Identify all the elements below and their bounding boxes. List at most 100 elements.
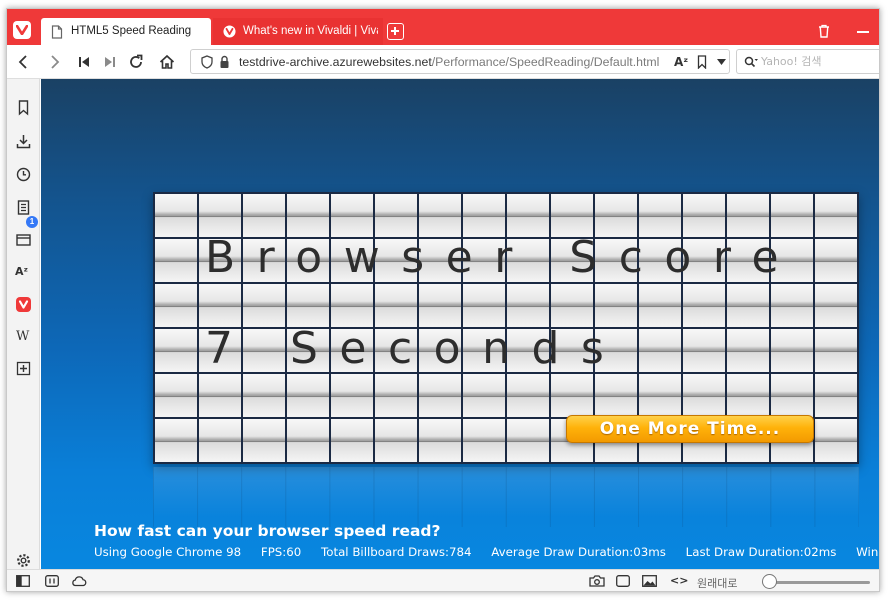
zoom-slider-track[interactable]	[762, 581, 870, 584]
trash-icon[interactable]	[817, 24, 831, 38]
stats-bar: Using Google Chrome 98 FPS:60 Total Bill…	[94, 545, 879, 559]
back-icon[interactable]	[15, 53, 33, 71]
panel-toggle-icon[interactable]	[16, 575, 30, 587]
billboard-cell	[771, 194, 813, 237]
billboard-cell	[551, 194, 593, 237]
notification-badge: 1	[26, 216, 38, 228]
zoom-reset-label[interactable]: 원래대로	[697, 575, 737, 591]
reload-icon[interactable]	[127, 53, 145, 71]
stat-fps: FPS:60	[260, 545, 302, 559]
translate-icon[interactable]: Aᶻ	[15, 265, 32, 282]
add-panel-icon[interactable]	[15, 360, 32, 377]
minimize-button[interactable]	[857, 31, 869, 33]
downloads-icon[interactable]	[15, 133, 32, 150]
url-text: testdrive-archive.azurewebsites.net/Perf…	[239, 55, 660, 69]
billboard-cell	[243, 284, 285, 327]
billboard-cell	[639, 374, 681, 417]
camera-icon[interactable]	[589, 575, 605, 587]
vivaldi-menu-icon[interactable]	[13, 21, 31, 39]
billboard-cell	[815, 329, 857, 372]
billboard-cell	[771, 284, 813, 327]
rewind-icon[interactable]	[75, 53, 93, 71]
bookmarks-icon[interactable]	[15, 99, 32, 116]
window-panel-icon[interactable]	[15, 231, 32, 248]
page-headline: How fast can your browser speed read?	[94, 522, 441, 540]
billboard-cell	[155, 194, 197, 237]
billboard-cell	[595, 374, 637, 417]
billboard-cell	[155, 284, 197, 327]
billboard-cell	[375, 194, 417, 237]
url-field[interactable]: testdrive-archive.azurewebsites.net/Perf…	[190, 49, 730, 74]
billboard-cell	[639, 284, 681, 327]
fast-forward-icon[interactable]	[101, 53, 119, 71]
history-icon[interactable]	[15, 166, 32, 183]
forward-icon[interactable]	[45, 53, 63, 71]
browser-window: HTML5 Speed Reading What's new in Vivald…	[6, 8, 880, 592]
stat-last-draw: Last Draw Duration:02ms	[685, 545, 837, 559]
billboard-cell	[463, 284, 505, 327]
zoom-slider-thumb[interactable]	[762, 574, 778, 589]
billboard-cell	[815, 419, 857, 462]
billboard-cell	[375, 374, 417, 417]
billboard-cell	[463, 194, 505, 237]
page-tiling-icon[interactable]	[616, 575, 630, 587]
billboard-cell	[463, 374, 505, 417]
billboard-cell	[243, 374, 285, 417]
billboard-cell	[771, 329, 813, 372]
lock-icon[interactable]	[219, 55, 230, 69]
tab-label: HTML5 Speed Reading	[71, 25, 192, 37]
translate-icon[interactable]: Aᶻ	[674, 55, 688, 69]
billboard-cell	[243, 194, 285, 237]
billboard-cell	[727, 284, 769, 327]
image-icon[interactable]	[642, 575, 657, 587]
stat-browser: Using Google Chrome 98	[94, 545, 242, 559]
page-actions-icon[interactable]: <>	[670, 574, 688, 587]
side-panel: 1 Aᶻ W	[7, 79, 40, 569]
tab-whats-new-vivaldi[interactable]: What's new in Vivaldi | Vivaldi	[213, 18, 383, 45]
billboard-cell	[419, 374, 461, 417]
page-icon	[51, 25, 63, 39]
billboard-cell	[639, 329, 681, 372]
stat-avg-draw: Average Draw Duration:03ms	[491, 545, 666, 559]
shield-icon[interactable]	[201, 55, 213, 69]
billboard-cell	[199, 419, 241, 462]
status-bar: <> 원래대로	[7, 569, 879, 591]
home-icon[interactable]	[158, 53, 176, 71]
billboard-cell	[331, 374, 373, 417]
billboard-cell	[287, 374, 329, 417]
settings-gear-icon[interactable]	[15, 552, 32, 569]
billboard-cell	[199, 194, 241, 237]
billboard-cell	[463, 419, 505, 462]
search-input[interactable]	[761, 53, 871, 70]
notes-icon[interactable]	[15, 199, 32, 216]
chevron-down-icon[interactable]	[717, 59, 726, 65]
billboard-cell	[771, 374, 813, 417]
billboard-cell	[199, 284, 241, 327]
address-bar: testdrive-archive.azurewebsites.net/Perf…	[7, 45, 879, 79]
cloud-sync-icon[interactable]	[71, 575, 87, 587]
wikipedia-icon[interactable]: W	[16, 329, 33, 346]
billboard-cell	[243, 419, 285, 462]
billboard-cell	[683, 329, 725, 372]
tab-label: What's new in Vivaldi | Vivaldi	[243, 25, 378, 37]
billboard-cell	[155, 374, 197, 417]
billboard-cell	[155, 419, 197, 462]
billboard-cell	[507, 419, 549, 462]
search-icon	[744, 56, 758, 68]
bookmark-icon[interactable]	[697, 55, 707, 69]
vivaldi-icon	[223, 25, 236, 38]
stat-total-draws: Total Billboard Draws:784	[321, 545, 472, 559]
vivaldi-icon[interactable]	[15, 296, 32, 313]
new-tab-button[interactable]	[387, 23, 404, 40]
tiling-icon[interactable]	[45, 575, 59, 587]
billboard-cell	[199, 374, 241, 417]
billboard-cell	[683, 284, 725, 327]
billboard-cell	[331, 284, 373, 327]
billboard-cell	[727, 374, 769, 417]
billboard-cell	[683, 374, 725, 417]
tab-speed-reading[interactable]: HTML5 Speed Reading	[41, 18, 211, 45]
billboard-cell	[815, 194, 857, 237]
search-field[interactable]	[736, 49, 879, 74]
billboard-cell	[155, 329, 197, 372]
one-more-time-button[interactable]: One More Time...	[566, 415, 814, 443]
